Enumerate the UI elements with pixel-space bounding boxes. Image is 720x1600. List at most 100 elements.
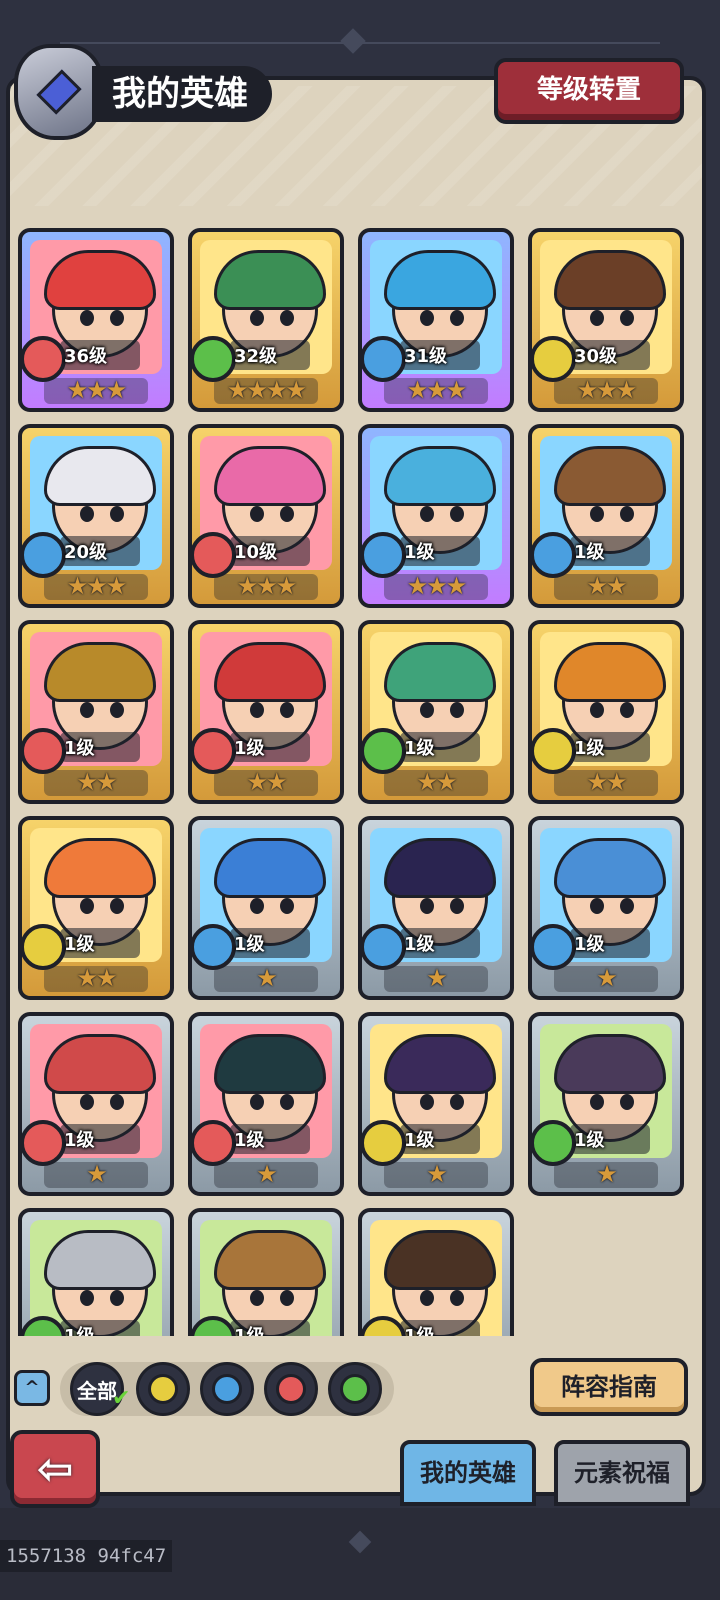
hero-hair xyxy=(554,838,666,898)
hero-level: 1级 xyxy=(64,934,95,955)
tab-my-heroes[interactable]: 我的英雄 xyxy=(400,1440,536,1506)
hero-stars: ★★★ xyxy=(66,376,128,404)
hero-hair xyxy=(44,250,156,310)
hero-eye xyxy=(250,1094,264,1110)
hero-eye xyxy=(280,310,294,326)
hero-hair xyxy=(384,642,496,702)
hero-card[interactable]: 10级 ★★★ xyxy=(188,424,344,608)
hero-hair xyxy=(44,446,156,506)
hero-hair xyxy=(214,838,326,898)
expand-filter-button[interactable]: ^ xyxy=(14,1370,50,1406)
back-arrow-icon: ⇦ xyxy=(36,1443,74,1495)
hero-eye xyxy=(80,1094,94,1110)
hero-stars: ★★★ xyxy=(66,572,128,600)
hero-hair xyxy=(44,1034,156,1094)
hero-level: 1级 xyxy=(234,934,265,955)
hero-card[interactable]: 1级 ★★ xyxy=(18,816,174,1000)
hero-card[interactable]: 1级★ xyxy=(18,1208,174,1336)
filter-earth-chip[interactable] xyxy=(136,1362,190,1416)
hero-card[interactable]: 1级★ xyxy=(358,816,514,1000)
hero-card[interactable]: 1级★ xyxy=(188,1012,344,1196)
hero-eye xyxy=(620,702,634,718)
hero-card[interactable]: 32级 ★★★★ xyxy=(188,228,344,412)
hero-card[interactable]: 1级 ★★ xyxy=(358,620,514,804)
hero-stars: ★ xyxy=(426,1160,448,1188)
hero-level: 1级 xyxy=(404,1130,435,1151)
hero-eye xyxy=(80,506,94,522)
hero-card[interactable]: 1级 ★★ xyxy=(18,620,174,804)
water-element-icon xyxy=(212,1374,242,1404)
hero-eye xyxy=(420,898,434,914)
hero-level: 1级 xyxy=(234,1322,265,1336)
hero-stars: ★★★ xyxy=(406,572,468,600)
hero-level: 1级 xyxy=(574,542,605,563)
hero-level: 1级 xyxy=(404,934,435,955)
hero-eye xyxy=(280,1290,294,1306)
hero-hair xyxy=(554,446,666,506)
lineup-guide-button[interactable]: 阵容指南 xyxy=(530,1358,688,1416)
wind-element-icon xyxy=(340,1374,370,1404)
hero-card[interactable]: 1级★ xyxy=(528,816,684,1000)
hero-eye xyxy=(590,1094,604,1110)
hero-hair xyxy=(554,642,666,702)
hero-eye xyxy=(110,898,124,914)
filter-wind-chip[interactable] xyxy=(328,1362,382,1416)
hero-eye xyxy=(110,310,124,326)
hero-card[interactable]: 1级 ★ xyxy=(358,1012,514,1196)
hero-level: 31级 xyxy=(404,346,448,367)
level-transfer-button[interactable]: 等级转置 xyxy=(494,58,684,124)
back-button[interactable]: ⇦ xyxy=(10,1430,100,1508)
hero-card[interactable]: 20级 ★★★ xyxy=(18,424,174,608)
hero-card[interactable]: 31级 ★★★ xyxy=(358,228,514,412)
hero-card[interactable]: 1级 ★★ xyxy=(528,620,684,804)
hero-hair xyxy=(214,1230,326,1290)
hero-hair xyxy=(214,446,326,506)
filter-water-chip[interactable] xyxy=(200,1362,254,1416)
hero-card[interactable]: 1级 ★★ xyxy=(188,620,344,804)
hero-level: 1级 xyxy=(64,1322,95,1336)
top-diamond-ornament xyxy=(340,28,366,54)
page-title: 我的英雄 xyxy=(92,66,272,122)
hero-level: 1级 xyxy=(404,1322,435,1336)
hero-card[interactable]: 1级★ xyxy=(358,1208,514,1336)
hero-stars: ★★★★ xyxy=(226,376,307,404)
hero-eye xyxy=(620,898,634,914)
hero-eye xyxy=(110,506,124,522)
hero-eye xyxy=(80,898,94,914)
hero-card[interactable]: 1级 ★★★ xyxy=(358,424,514,608)
hero-level: 1级 xyxy=(404,738,435,759)
hero-hair xyxy=(384,838,496,898)
hero-stars: ★★ xyxy=(76,964,117,992)
earth-element-icon xyxy=(148,1374,178,1404)
hero-eye xyxy=(280,506,294,522)
hero-card[interactable]: 1级★ xyxy=(18,1012,174,1196)
tab-element-blessing[interactable]: 元素祝福 xyxy=(554,1440,690,1506)
hero-card[interactable]: 30级 ★★★ xyxy=(528,228,684,412)
helmet-icon xyxy=(14,44,104,140)
hero-eye xyxy=(80,1290,94,1306)
hero-eye xyxy=(420,506,434,522)
hero-card[interactable]: 1级★ xyxy=(528,1012,684,1196)
hero-eye xyxy=(110,1094,124,1110)
hero-stars: ★ xyxy=(86,1160,108,1188)
hero-eye xyxy=(620,1094,634,1110)
hero-level: 10级 xyxy=(234,542,278,563)
hero-hair xyxy=(44,1230,156,1290)
hero-card[interactable]: 36级 ★★★ xyxy=(18,228,174,412)
hero-card[interactable]: 1级★ xyxy=(188,816,344,1000)
hero-eye xyxy=(250,310,264,326)
hero-eye xyxy=(250,702,264,718)
hero-eye xyxy=(80,310,94,326)
hero-level: 20级 xyxy=(64,542,108,563)
hero-eye xyxy=(250,506,264,522)
hero-hair xyxy=(214,642,326,702)
hero-stars: ★ xyxy=(256,1160,278,1188)
hero-eye xyxy=(110,1290,124,1306)
hero-hair xyxy=(44,642,156,702)
hero-stars: ★ xyxy=(596,964,618,992)
filter-fire-chip[interactable] xyxy=(264,1362,318,1416)
page-header: 我的英雄 xyxy=(0,44,300,140)
hero-card[interactable]: 1级★ xyxy=(188,1208,344,1336)
check-icon: ✔ xyxy=(112,1386,131,1411)
hero-card[interactable]: 1级 ★★ xyxy=(528,424,684,608)
